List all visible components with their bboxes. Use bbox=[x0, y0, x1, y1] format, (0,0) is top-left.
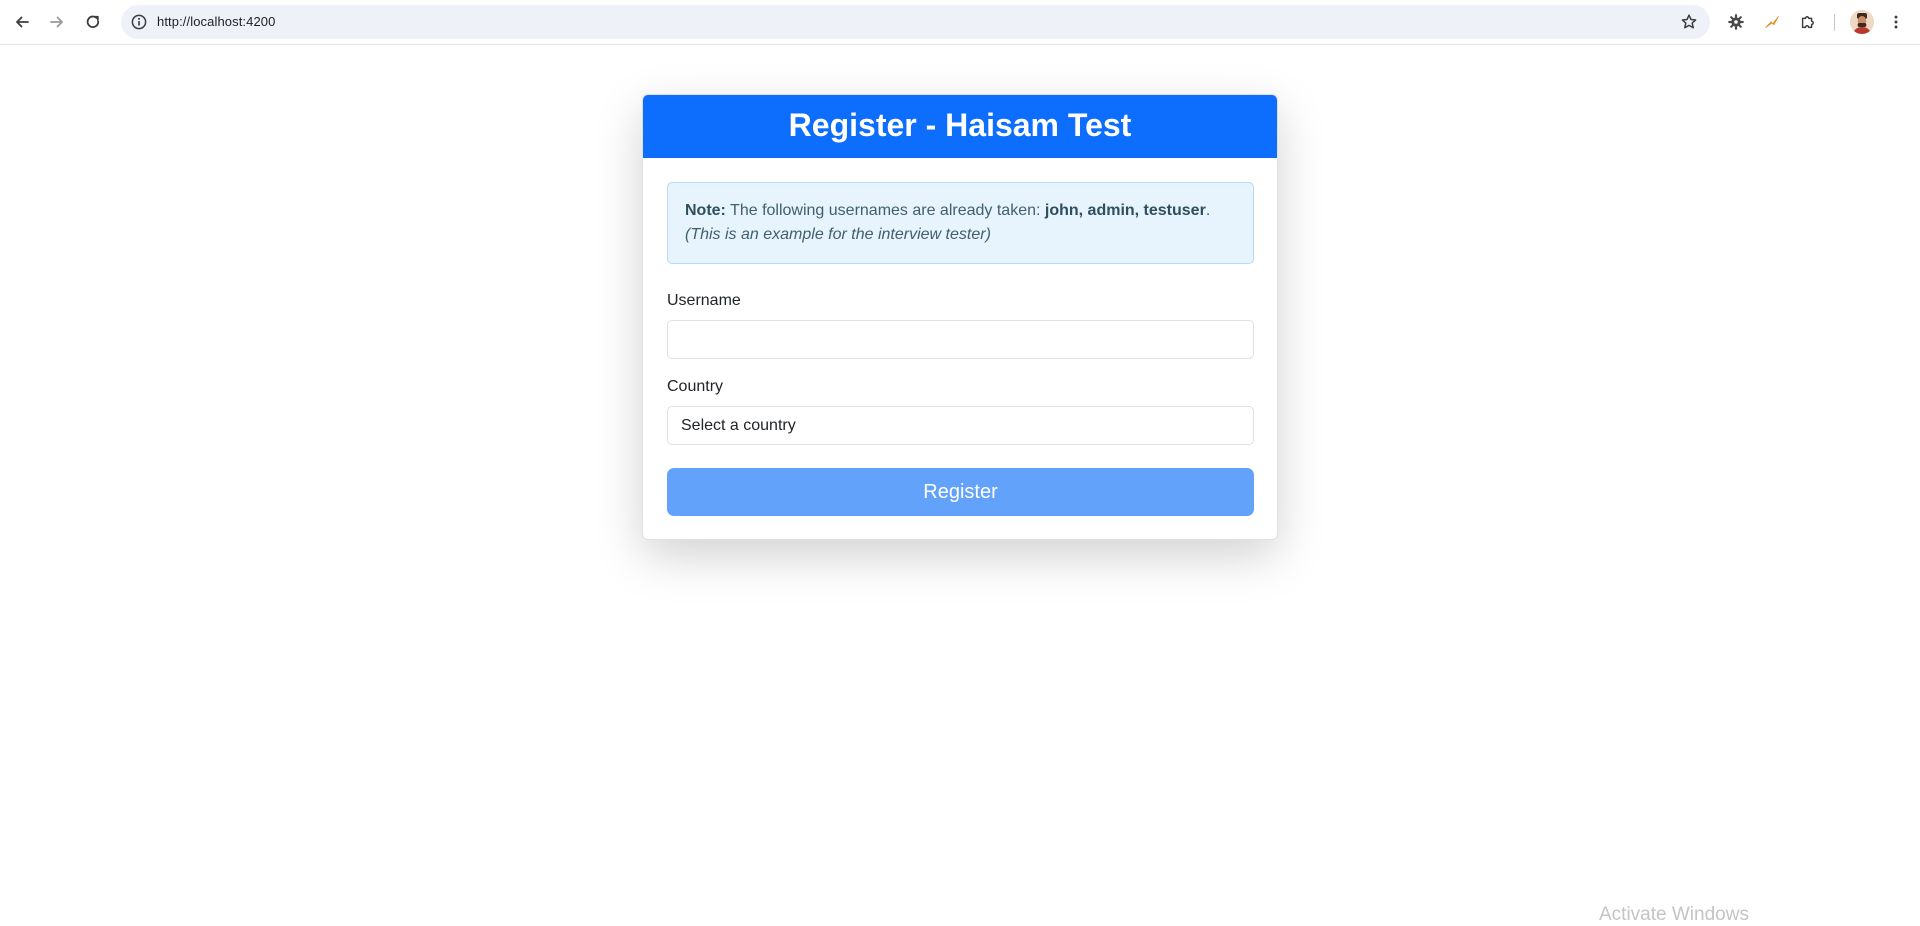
browser-toolbar: http://localhost:4200 bbox=[0, 0, 1920, 45]
register-card: Register - Haisam Test Note: The followi… bbox=[642, 94, 1278, 540]
note-example: (This is an example for the interview te… bbox=[685, 226, 991, 243]
note-alert: Note: The following usernames are alread… bbox=[667, 182, 1254, 264]
note-text: The following usernames are already take… bbox=[730, 202, 1041, 219]
back-arrow-icon bbox=[16, 16, 29, 28]
reload-button[interactable] bbox=[78, 7, 108, 37]
register-button[interactable]: Register bbox=[667, 468, 1254, 516]
back-button[interactable] bbox=[7, 7, 37, 37]
extensions-puzzle-icon[interactable] bbox=[1796, 10, 1820, 34]
activate-windows-watermark: Activate Windows bbox=[1599, 904, 1749, 925]
browser-menu-icon[interactable] bbox=[1884, 10, 1908, 34]
extension-gear-icon[interactable] bbox=[1724, 10, 1748, 34]
country-select[interactable]: Select a country bbox=[667, 406, 1254, 445]
page-title: Register - Haisam Test bbox=[643, 95, 1277, 158]
forward-arrow-icon bbox=[50, 16, 63, 28]
toolbar-divider bbox=[1834, 14, 1835, 31]
country-label: Country bbox=[667, 378, 724, 395]
note-line: Note: The following usernames are alread… bbox=[685, 199, 1236, 223]
address-bar[interactable]: http://localhost:4200 bbox=[121, 5, 1710, 39]
extension-bolt-icon[interactable] bbox=[1760, 10, 1784, 34]
username-label: Username bbox=[667, 292, 741, 309]
taken-usernames: john, admin, testuser bbox=[1044, 202, 1206, 219]
forward-button[interactable] bbox=[42, 7, 72, 37]
note-label: Note: bbox=[685, 202, 726, 219]
note-period: . bbox=[1205, 202, 1211, 219]
username-input[interactable] bbox=[667, 320, 1254, 359]
profile-avatar[interactable] bbox=[1850, 10, 1874, 34]
reload-icon bbox=[86, 15, 100, 28]
url-text[interactable]: http://localhost:4200 bbox=[157, 14, 275, 30]
bookmark-star-icon[interactable] bbox=[1680, 13, 1698, 31]
country-selected-value: Select a country bbox=[681, 417, 796, 434]
site-info-icon[interactable] bbox=[130, 13, 148, 31]
